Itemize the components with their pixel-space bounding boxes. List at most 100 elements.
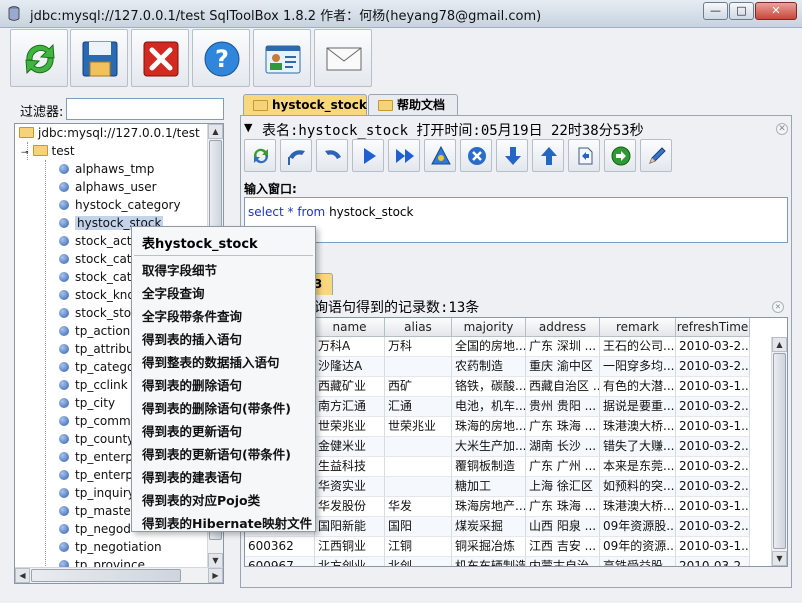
grid-cell[interactable]: 2010-03-2... <box>676 437 750 457</box>
grid-cell[interactable]: 一阳穿多均... <box>600 357 676 377</box>
context-menu-item[interactable]: 得到表的更新语句 <box>142 421 242 440</box>
tree-item[interactable]: tp_enterpr <box>59 466 138 484</box>
tree-item[interactable]: alphaws_tmp <box>59 160 154 178</box>
grid-cell[interactable]: 广东 广州 ... <box>526 457 600 477</box>
tree-item[interactable]: tp_enterpr <box>59 448 138 466</box>
context-menu-item[interactable]: 得到表的删除语句(带条件) <box>142 398 291 417</box>
grid-cell[interactable]: 2010-03-2... <box>676 397 750 417</box>
grid-cell[interactable]: 2010-03-2... <box>676 557 750 566</box>
mail-button[interactable] <box>314 29 372 87</box>
tree-item[interactable]: tp_comme <box>59 412 138 430</box>
grid-cell[interactable]: 铬铁，碳酸... <box>452 377 526 397</box>
grid-cell[interactable]: 2010-03-1... <box>676 417 750 437</box>
context-menu-item[interactable]: 得到表的更新语句(带条件) <box>142 444 291 463</box>
grid-cell[interactable]: 2010-03-2... <box>676 517 750 537</box>
tree-item[interactable]: stock_sto <box>59 304 131 322</box>
grid-cell[interactable]: 2010-03-1... <box>676 537 750 557</box>
grid-cell[interactable]: 煤炭采掘 <box>452 517 526 537</box>
previous-page-button[interactable] <box>316 139 348 172</box>
grid-cell[interactable]: 本来是东莞... <box>600 457 676 477</box>
grid-cell[interactable]: 贵州 贵阳 ... <box>526 397 600 417</box>
grid-cell[interactable]: 广东 深圳 ... <box>526 337 600 357</box>
grid-cell[interactable]: 江西铜业 <box>315 537 385 557</box>
grid-cell[interactable]: 西藏自治区 ... <box>526 377 600 397</box>
grid-cell[interactable]: 全国的房地... <box>452 337 526 357</box>
help-button[interactable]: ? <box>192 29 250 87</box>
grid-cell[interactable]: 2010-03-2... <box>676 457 750 477</box>
grid-cell[interactable]: 万科 <box>385 337 452 357</box>
scroll-thumb[interactable] <box>773 353 786 549</box>
grid-cell[interactable]: 生益科技 <box>315 457 385 477</box>
grid-column-header[interactable]: refreshTime <box>676 318 750 337</box>
context-menu-item[interactable]: 全字段查询 <box>142 283 205 302</box>
grid-cell[interactable]: 铜采掘冶炼 <box>452 537 526 557</box>
next-button[interactable] <box>352 139 384 172</box>
context-menu-item[interactable]: 得到表的插入语句 <box>142 329 242 348</box>
grid-cell[interactable]: 国阳 <box>385 517 452 537</box>
grid-cell[interactable]: 华发股份 <box>315 497 385 517</box>
grid-cell[interactable]: 电池，机车... <box>452 397 526 417</box>
collapse-arrow-icon[interactable]: ▼ <box>244 121 252 134</box>
tree-item[interactable]: hystock_category <box>59 196 181 214</box>
grid-cell[interactable]: 有色的大潜... <box>600 377 676 397</box>
grid-cell[interactable]: 600967 <box>245 557 315 566</box>
grid-cell[interactable]: 汇通 <box>385 397 452 417</box>
tree-root[interactable]: jdbc:mysql://127.0.0.1/test <box>19 124 200 142</box>
first-page-button[interactable] <box>280 139 312 172</box>
grid-cell[interactable]: 江铜 <box>385 537 452 557</box>
grid-cell[interactable]: 内蒙古自治... <box>526 557 600 566</box>
tab-hystock-stock[interactable]: hystock_stock <box>243 94 367 116</box>
go-button[interactable] <box>604 139 636 172</box>
tree-horizontal-scrollbar[interactable]: ◀ ▶ <box>15 567 223 583</box>
grid-cell[interactable]: 珠海房地产... <box>452 497 526 517</box>
grid-cell[interactable]: 山西 阳泉 ... <box>526 517 600 537</box>
context-menu-item[interactable]: 得到表的删除语句 <box>142 375 242 394</box>
grid-column-header[interactable]: majority <box>452 318 526 337</box>
grid-vertical-scrollbar[interactable]: ▲ ▼ <box>771 337 787 566</box>
grid-cell[interactable]: 09年资源股... <box>600 517 676 537</box>
sql-editor[interactable]: select * from hystock_stock <box>244 197 788 243</box>
grid-cell[interactable] <box>385 437 452 457</box>
tree-item[interactable]: tp_city <box>59 394 115 412</box>
grid-cell[interactable]: 上海 徐汇区 <box>526 477 600 497</box>
tree-item[interactable]: tp_negod <box>59 520 131 538</box>
grid-cell[interactable] <box>385 477 452 497</box>
tree-item[interactable]: stock_acti <box>59 232 135 250</box>
grid-cell[interactable]: 据说是要重... <box>600 397 676 417</box>
tab-help-docs[interactable]: 帮助文档 <box>368 94 458 116</box>
grid-cell[interactable] <box>385 357 452 377</box>
grid-cell[interactable]: 王石的公司... <box>600 337 676 357</box>
tree-item[interactable]: stock_cate <box>59 268 139 286</box>
grid-column-header[interactable]: alias <box>385 318 452 337</box>
minimize-button[interactable]: — <box>703 2 728 20</box>
grid-cell[interactable]: 珠港澳大桥... <box>600 417 676 437</box>
grid-cell[interactable]: 珠海的房地... <box>452 417 526 437</box>
upload-button[interactable] <box>532 139 564 172</box>
scroll-thumb[interactable] <box>31 569 181 582</box>
grid-cell[interactable]: 2010-03-2... <box>676 477 750 497</box>
refresh-button[interactable] <box>10 29 68 87</box>
grid-cell[interactable]: 错失了大赚... <box>600 437 676 457</box>
context-menu-item[interactable]: 得到表的对应Pojo类 <box>142 490 260 509</box>
refresh-table-button[interactable] <box>244 139 276 172</box>
grid-cell[interactable]: 华发 <box>385 497 452 517</box>
grid-cell[interactable]: 广东 珠海 ... <box>526 497 600 517</box>
last-button[interactable] <box>388 139 420 172</box>
grid-cell[interactable]: 2010-03-2... <box>676 357 750 377</box>
grid-cell[interactable]: 大米生产加... <box>452 437 526 457</box>
grid-cell[interactable]: 2010-03-1... <box>676 377 750 397</box>
export-button[interactable] <box>568 139 600 172</box>
tree-item[interactable]: tp_county <box>59 430 134 448</box>
grid-cell[interactable]: 600362 <box>245 537 315 557</box>
save-button[interactable] <box>70 29 128 87</box>
grid-cell[interactable]: 南方汇通 <box>315 397 385 417</box>
grid-cell[interactable]: 重庆 渝中区 <box>526 357 600 377</box>
tree-item[interactable]: tp_cclink <box>59 376 128 394</box>
download-button[interactable] <box>496 139 528 172</box>
grid-cell[interactable]: 如预料的突... <box>600 477 676 497</box>
context-menu-item[interactable]: 得到表的Hibernate映射文件 <box>142 513 312 532</box>
tree-schema[interactable]: ⊸ test <box>21 142 75 160</box>
grid-cell[interactable]: 机车车辆制造 <box>452 557 526 566</box>
context-menu-item[interactable]: 得到整表的数据插入语句 <box>142 352 280 371</box>
grid-cell[interactable]: 江西 吉安 ... <box>526 537 600 557</box>
